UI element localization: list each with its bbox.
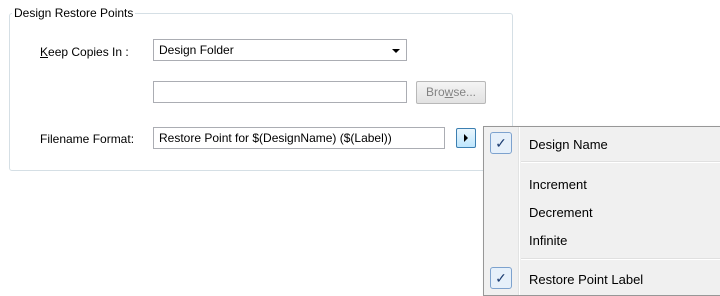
path-field[interactable] — [153, 81, 407, 103]
menu-item-label: Infinite — [529, 233, 568, 248]
chevron-down-icon — [392, 49, 400, 53]
menu-item-label: Restore Point Label — [529, 272, 644, 287]
keep-copies-dropdown[interactable]: Design Folder — [153, 39, 407, 61]
menu-item-infinite[interactable]: Infinite — [484, 226, 720, 254]
arrow-right-icon — [464, 134, 468, 142]
menu-item-label: Decrement — [529, 205, 593, 220]
browse-button[interactable]: Browse... — [416, 81, 486, 104]
group-title: Design Restore Points — [12, 6, 136, 20]
check-icon: ✓ — [490, 267, 512, 289]
filename-format-field[interactable]: Restore Point for $(DesignName) ($(Label… — [153, 127, 445, 149]
menu-separator — [521, 161, 720, 163]
menu-item-design-name[interactable]: ✓ Design Name — [484, 130, 720, 158]
check-icon: ✓ — [490, 132, 512, 154]
menu-item-increment[interactable]: Increment — [484, 170, 720, 198]
filename-format-label: Filename Format: — [40, 132, 135, 146]
keep-copies-label-rest: eep Copies In : — [48, 45, 129, 59]
variable-menu: ✓ Design Name Increment Decrement Infini… — [483, 126, 720, 296]
menu-item-label: Increment — [529, 177, 587, 192]
menu-item-restore-point-label[interactable]: ✓ Restore Point Label — [484, 265, 720, 293]
keep-copies-label: Keep Copies In : — [40, 45, 129, 59]
browse-label-b: se... — [453, 85, 477, 99]
menu-separator — [521, 258, 720, 260]
keep-copies-value: Design Folder — [159, 43, 234, 57]
browse-label-a: Bro — [425, 85, 445, 99]
filename-format-value: Restore Point for $(DesignName) ($(Label… — [159, 131, 392, 145]
menu-item-decrement[interactable]: Decrement — [484, 198, 720, 226]
insert-variable-button[interactable] — [456, 128, 476, 148]
menu-item-label: Design Name — [529, 137, 608, 152]
keep-copies-accel: K — [40, 45, 49, 59]
